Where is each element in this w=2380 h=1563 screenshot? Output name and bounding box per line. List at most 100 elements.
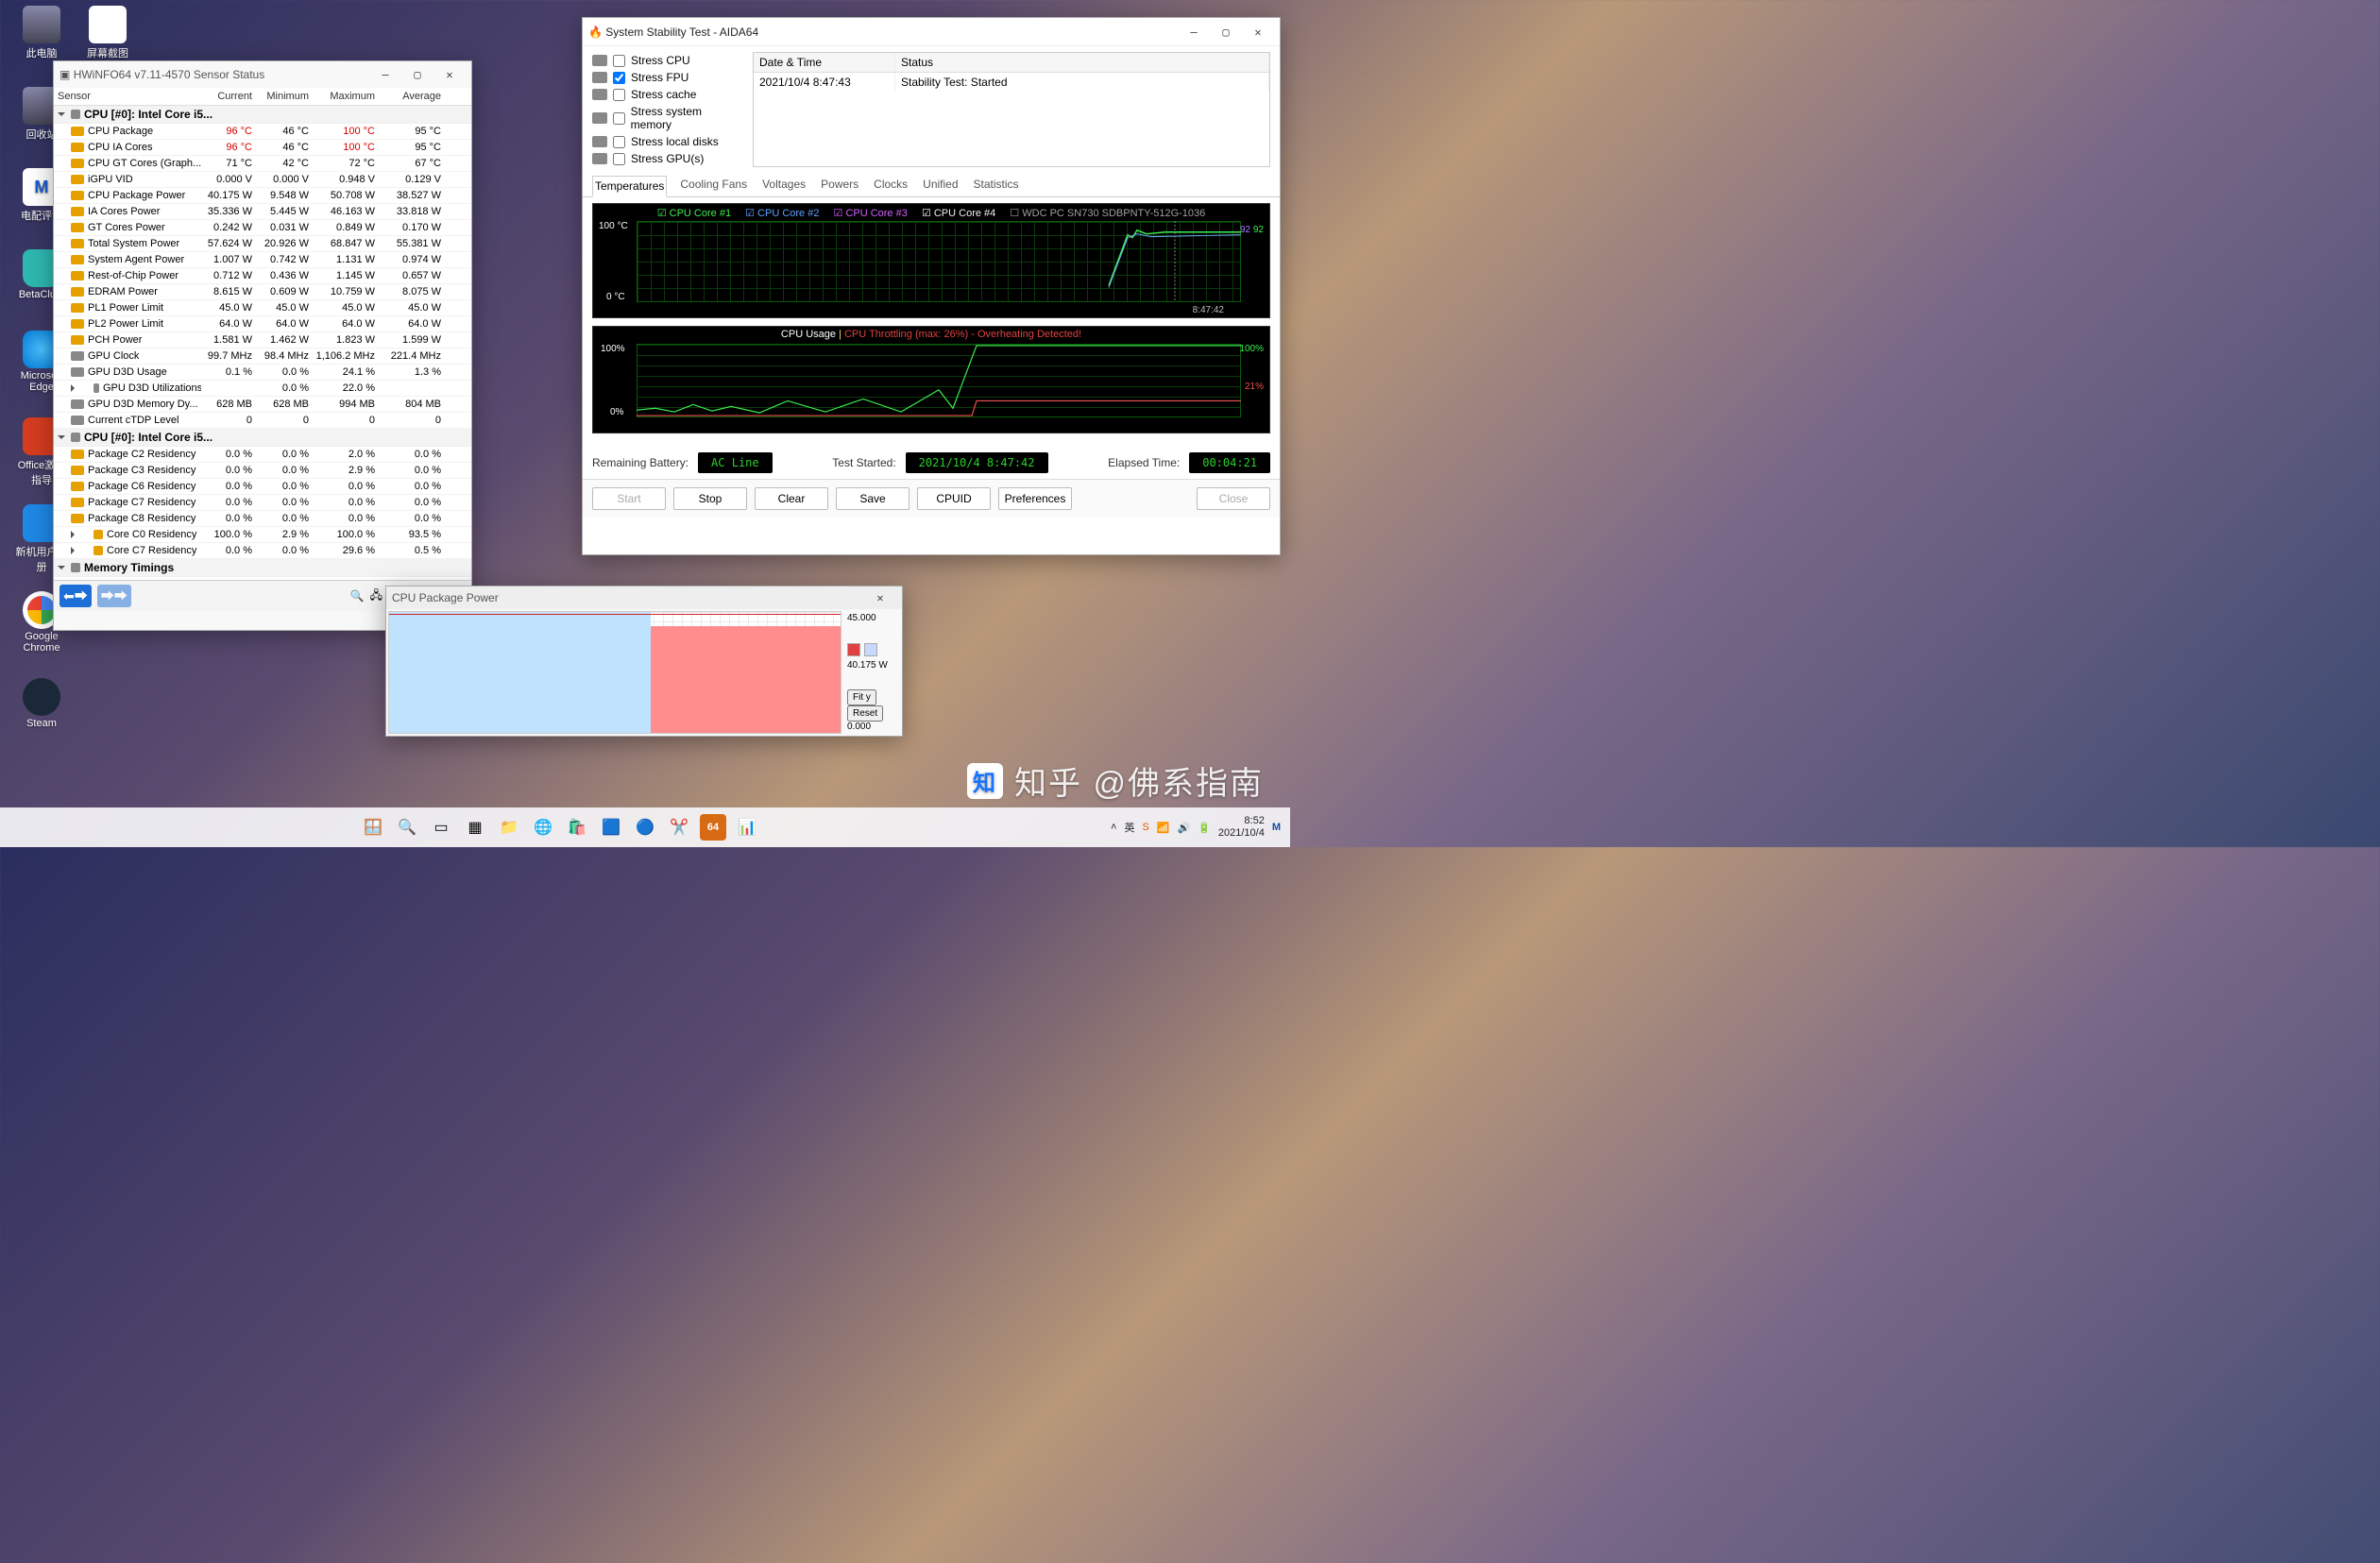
stress-gpu-checkbox[interactable] [613,153,625,165]
fit-y-button[interactable]: Fit y [847,689,876,705]
sensor-row[interactable]: iGPU VID0.000 V0.000 V0.948 V0.129 V [54,172,471,188]
sensor-row[interactable]: Memory Clock2,126.3 MHz2,099.6 MHz2,166.… [54,577,471,580]
sensor-row[interactable]: Rest-of-Chip Power0.712 W0.436 W1.145 W0… [54,268,471,284]
search-button[interactable]: 🔍 [394,814,420,841]
sensor-row[interactable]: Core C0 Residency100.0 %2.9 %100.0 %93.5… [54,527,471,543]
sensor-row[interactable]: Package C2 Residency0.0 %0.0 %2.0 %0.0 % [54,447,471,463]
tab-voltages[interactable]: Voltages [760,175,808,196]
ime-indicator[interactable]: 英 [1124,820,1134,835]
sensor-row[interactable]: EDRAM Power8.615 W0.609 W10.759 W8.075 W [54,284,471,300]
start-button[interactable]: 🪟 [360,814,386,841]
tab-temperatures[interactable]: Temperatures [592,176,667,197]
volume-icon[interactable]: 🔊 [1177,822,1190,834]
tab-unified[interactable]: Unified [921,175,960,196]
stress-disk-checkbox[interactable] [613,136,625,148]
sensor-row[interactable]: Core C7 Residency0.0 %0.0 %29.6 %0.5 % [54,543,471,559]
close-button2[interactable]: Close [1197,487,1270,510]
app-tray-icon[interactable]: M [1272,822,1281,833]
image-icon [89,6,127,43]
sensor-row[interactable]: Package C8 Residency0.0 %0.0 %0.0 %0.0 % [54,511,471,527]
taskbar-clock[interactable]: 8:52 2021/10/4 [1218,815,1265,840]
sensor-row[interactable]: CPU Package Power40.175 W9.548 W50.708 W… [54,188,471,204]
sensor-group[interactable]: CPU [#0]: Intel Core i5... [54,429,471,447]
minimize-button[interactable]: — [369,64,401,85]
sensor-row[interactable]: GPU D3D Usage0.1 %0.0 %24.1 %1.3 % [54,365,471,381]
col-status[interactable]: Status [895,53,1269,72]
sensor-row[interactable]: IA Cores Power35.336 W5.445 W46.163 W33.… [54,204,471,220]
sensor-row[interactable]: PL1 Power Limit45.0 W45.0 W45.0 W45.0 W [54,300,471,316]
desktop-icon-thispc[interactable]: 此电脑 [13,6,70,60]
log-row[interactable]: 2021/10/4 8:47:43Stability Test: Started [754,73,1269,92]
minimize-button[interactable]: — [1178,22,1210,42]
stress-memory-checkbox[interactable] [613,112,625,125]
network-icon[interactable]: 🖧 [370,586,382,606]
aida-taskbar-button[interactable]: 64 [700,814,726,841]
sensor-row[interactable]: GPU D3D Utilizations0.0 %22.0 % [54,381,471,397]
sensor-row[interactable]: Package C6 Residency0.0 %0.0 %0.0 %0.0 % [54,479,471,495]
save-button[interactable]: Save [836,487,910,510]
start-button[interactable]: Start [592,487,666,510]
sensor-row[interactable]: PCH Power1.581 W1.462 W1.823 W1.599 W [54,332,471,348]
close-button[interactable]: ✕ [864,587,896,608]
sensor-row[interactable]: PL2 Power Limit64.0 W64.0 W64.0 W64.0 W [54,316,471,332]
aida-titlebar[interactable]: 🔥 System Stability Test - AIDA64 — ▢ ✕ [583,18,1280,46]
bolt-icon [71,127,84,136]
hwinfo-titlebar[interactable]: ▣ HWiNFO64 v7.11-4570 Sensor Status — ▢ … [54,61,471,88]
bolt-icon [71,399,84,409]
nav-next-button[interactable]: ⮕⮕ [97,585,131,607]
tray-app-icon[interactable]: S [1142,822,1148,833]
bolt-icon [71,351,84,361]
elapsed-value: 00:04:21 [1189,452,1270,473]
sensor-row[interactable]: Package C3 Residency0.0 %0.0 %2.9 %0.0 % [54,463,471,479]
stress-cache-checkbox[interactable] [613,89,625,101]
preferences-button[interactable]: Preferences [998,487,1072,510]
tab-clocks[interactable]: Clocks [872,175,910,196]
search-icon[interactable]: 🔍 [350,589,365,603]
sensor-row[interactable]: GPU D3D Memory Dy...628 MB628 MB994 MB80… [54,397,471,413]
stop-button[interactable]: Stop [673,487,747,510]
stress-cpu-checkbox[interactable] [613,55,625,67]
tray-chevron[interactable]: ˄ [1111,822,1116,833]
col-datetime[interactable]: Date & Time [754,53,895,72]
widgets-button[interactable]: ▦ [462,814,488,841]
bolt-icon [71,482,84,491]
hwinfo-taskbar-button[interactable]: 📊 [734,814,760,841]
maximize-button[interactable]: ▢ [401,64,434,85]
close-button[interactable]: ✕ [434,64,466,85]
app1-button[interactable]: 🟦 [598,814,624,841]
sensor-row[interactable]: CPU GT Cores (Graph...71 °C42 °C72 °C67 … [54,156,471,172]
sensor-row[interactable]: System Agent Power1.007 W0.742 W1.131 W0… [54,252,471,268]
sensor-row[interactable]: Current cTDP Level0000 [54,413,471,429]
maximize-button[interactable]: ▢ [1210,22,1242,42]
temperature-graph: ☑ CPU Core #1 ☑ CPU Core #2 ☑ CPU Core #… [592,203,1270,318]
stress-fpu-checkbox[interactable] [613,72,625,84]
chrome-button[interactable]: 🔵 [632,814,658,841]
cpupow-titlebar[interactable]: CPU Package Power ✕ [386,586,902,609]
battery-icon[interactable]: 🔋 [1198,822,1211,834]
snip-button[interactable]: ✂️ [666,814,692,841]
sensor-row[interactable]: CPU Package96 °C46 °C100 °C95 °C [54,124,471,140]
desktop-icon-steam[interactable]: Steam [13,678,70,729]
sensor-row[interactable]: Package C7 Residency0.0 %0.0 %0.0 %0.0 % [54,495,471,511]
sensor-row[interactable]: Total System Power57.624 W20.926 W68.847… [54,236,471,252]
nav-prev-button[interactable]: ⬅⮕ [60,585,92,607]
sensor-group[interactable]: Memory Timings [54,559,471,577]
edge-button[interactable]: 🌐 [530,814,556,841]
close-button[interactable]: ✕ [1242,22,1274,42]
explorer-button[interactable]: 📁 [496,814,522,841]
tab-fans[interactable]: Cooling Fans [678,175,749,196]
reset-button[interactable]: Reset [847,705,883,722]
store-button[interactable]: 🛍️ [564,814,590,841]
sensor-row[interactable]: CPU IA Cores96 °C46 °C100 °C95 °C [54,140,471,156]
sensor-row[interactable]: GT Cores Power0.242 W0.031 W0.849 W0.170… [54,220,471,236]
sensor-group[interactable]: CPU [#0]: Intel Core i5... [54,106,471,124]
tab-statistics[interactable]: Statistics [972,175,1021,196]
hwinfo-body[interactable]: CPU [#0]: Intel Core i5...CPU Package96 … [54,106,471,580]
clear-button[interactable]: Clear [755,487,828,510]
taskview-button[interactable]: ▭ [428,814,454,841]
wifi-icon[interactable]: 📶 [1157,822,1170,834]
sensor-row[interactable]: GPU Clock99.7 MHz98.4 MHz1,106.2 MHz221.… [54,348,471,365]
log-table: Date & TimeStatus 2021/10/4 8:47:43Stabi… [753,52,1270,167]
cpuid-button[interactable]: CPUID [917,487,991,510]
tab-powers[interactable]: Powers [819,175,860,196]
